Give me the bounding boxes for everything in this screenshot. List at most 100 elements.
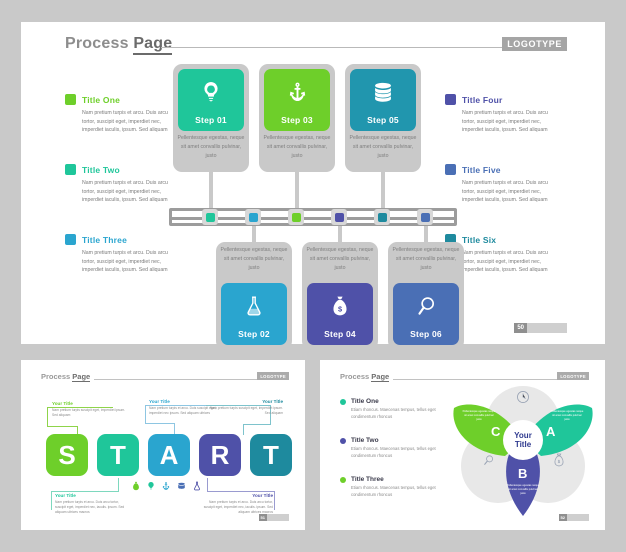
callout-body: Nam pretium turpis suscipit eget, imperd… (209, 405, 283, 415)
step-label: Step 04 (324, 329, 356, 339)
lightbulb-icon (178, 69, 244, 115)
letter-glyph: C (491, 424, 501, 439)
step-card-head: Step 01 (178, 69, 244, 131)
legend-head: Title Two (340, 437, 446, 444)
step-card-06[interactable]: Step 06 Pellentesque egestas, neque sit … (388, 242, 464, 350)
start-letter-t1[interactable]: T (97, 434, 139, 476)
letter-glyph: A (159, 439, 179, 470)
step-card-body: Pellentesque egestas, neque sit amet con… (220, 247, 288, 271)
legend-body: Nam pretium turpis et arcu. Duis arcu to… (82, 250, 168, 274)
legend-swatch (445, 94, 456, 105)
page-number-bar (267, 514, 289, 521)
center-title-line1: Your (514, 430, 532, 440)
header-rule (161, 47, 506, 48)
step-card-body: Pellentesque egestas, neque sit amet con… (177, 135, 245, 159)
legend-head: Title Two (65, 164, 181, 175)
page-number-group: 52 (558, 514, 589, 521)
legend-dot (340, 398, 346, 405)
callout-line (51, 491, 52, 510)
letter-glyph: R (210, 439, 230, 470)
callout-line (118, 478, 119, 491)
callout-body: Nam pretium turpis et arcu. Duis arcu to… (55, 499, 125, 514)
chain-node-2[interactable] (245, 209, 261, 225)
page-title: Process Page (340, 372, 390, 382)
legend-title: Title Three (82, 234, 128, 245)
callout-line (274, 491, 275, 510)
callout-title: Your Title (262, 399, 283, 404)
legend-item-title-three[interactable]: Title Three Etiam rhoncus. Maecenas temp… (340, 476, 446, 498)
callout-bottom-2[interactable]: Your Title Nam pretium turpis et arcu. D… (199, 493, 273, 515)
magnifier-icon (393, 283, 459, 329)
petal-letter-a[interactable]: A (546, 424, 555, 439)
petal-venn-diagram: C A B Pellentesque egestas neque sit ame… (448, 380, 598, 520)
mini-icon-row (132, 481, 201, 491)
start-letter-r[interactable]: R (199, 434, 241, 476)
page-title: Process Page (41, 372, 91, 382)
callout-top-1[interactable]: Your Title Nam pretium turpis suscipit e… (52, 401, 126, 418)
center-title-line2: Title (514, 440, 532, 449)
legend-item-title-two[interactable]: Title Two Etiam rhoncus. Maecenas tempus… (340, 437, 446, 459)
legend-head: Title Six (445, 234, 561, 245)
callout-line (47, 426, 77, 427)
legend-dot (340, 476, 346, 483)
callout-line (47, 407, 48, 427)
lightbulb-icon (147, 481, 155, 491)
step-card-03[interactable]: Step 03 Pellentesque egestas, neque sit … (259, 64, 335, 172)
callout-bottom-1[interactable]: Your Title Nam pretium turpis et arcu. D… (55, 493, 129, 515)
legend-item-title-four[interactable]: Title Four Nam pretium turpis et arcu. D… (445, 94, 561, 135)
callout-line (145, 405, 146, 424)
legend-body: Nam pretium turpis et arcu. Duis arcu to… (462, 250, 548, 274)
logotype-badge: LOGOTYPE (502, 37, 567, 51)
step-card-01[interactable]: Step 01 Pellentesque egestas, neque sit … (173, 64, 249, 172)
callout-top-3[interactable]: Your Title Nam pretium turpis suscipit e… (209, 399, 283, 416)
magnifier-icon (482, 454, 495, 467)
page-number-bar (567, 514, 589, 521)
svg-text:$: $ (558, 459, 561, 464)
legend-title: Title Four (462, 94, 503, 105)
start-letter-t2[interactable]: T (250, 434, 292, 476)
chain-node-6[interactable] (417, 209, 433, 225)
legend-title: Title One (351, 398, 379, 405)
letter-glyph: T (110, 439, 126, 470)
legend-head: Title One (65, 94, 181, 105)
legend-item-title-five[interactable]: Title Five Nam pretium turpis et arcu. D… (445, 164, 561, 205)
petal-letter-b[interactable]: B (518, 466, 527, 481)
svg-text:$: $ (338, 304, 342, 313)
legend-title: Title Two (351, 437, 379, 444)
chain-node-3[interactable] (288, 209, 304, 225)
petal-body-a: Pellentesque egestas neque sit amet conv… (550, 410, 584, 421)
legend-item-title-two[interactable]: Title Two Nam pretium turpis et arcu. Du… (65, 164, 181, 205)
legend-swatch (65, 164, 76, 175)
step-card-04[interactable]: $ Step 04 Pellentesque egestas, neque si… (302, 242, 378, 350)
step-label: Step 02 (238, 329, 270, 339)
legend-title: Title Six (462, 234, 497, 245)
callout-title: Your Title (52, 401, 73, 406)
legend-title: Title One (82, 94, 121, 105)
callout-line (243, 424, 244, 435)
page-number-group: 51 (258, 514, 289, 521)
callout-line (243, 424, 270, 425)
petal-body-b: Pellentesque egestas neque sit amet conv… (506, 484, 540, 495)
slide-start-letters: Process Page LOGOTYPE Your Title Nam pre… (21, 360, 305, 530)
center-title-circle[interactable]: Your Title (503, 420, 543, 460)
slide-deck-canvas: Process Page LOGOTYPE Title One Nam pret… (0, 0, 626, 552)
legend-body: Nam pretium turpis et arcu. Duis arcu to… (462, 180, 548, 204)
legend-body: Nam pretium turpis et arcu. Duis arcu to… (82, 110, 168, 134)
start-letter-s[interactable]: S (46, 434, 88, 476)
step-card-02[interactable]: Step 02 Pellentesque egestas, neque sit … (216, 242, 292, 350)
step-card-05[interactable]: Step 05 Pellentesque egestas, neque sit … (345, 64, 421, 172)
chain-node-1[interactable] (202, 209, 218, 225)
legend-body: Etiam rhoncus. Maecenas tempus, tellus e… (351, 446, 436, 458)
database-icon (350, 69, 416, 115)
legend-item-title-one[interactable]: Title One Etiam rhoncus. Maecenas tempus… (340, 398, 446, 420)
slide-process-page-main: Process Page LOGOTYPE Title One Nam pret… (21, 22, 605, 350)
petal-letter-c[interactable]: C (491, 424, 500, 439)
legend-body: Nam pretium turpis et arcu. Duis arcu to… (462, 110, 548, 134)
logotype-badge: LOGOTYPE (257, 372, 289, 380)
legend-item-title-three[interactable]: Title Three Nam pretium turpis et arcu. … (65, 234, 181, 275)
chain-node-5[interactable] (374, 209, 390, 225)
logotype-badge: LOGOTYPE (557, 372, 589, 380)
chain-node-4[interactable] (331, 209, 347, 225)
legend-item-title-one[interactable]: Title One Nam pretium turpis et arcu. Du… (65, 94, 181, 135)
start-letter-a[interactable]: A (148, 434, 190, 476)
